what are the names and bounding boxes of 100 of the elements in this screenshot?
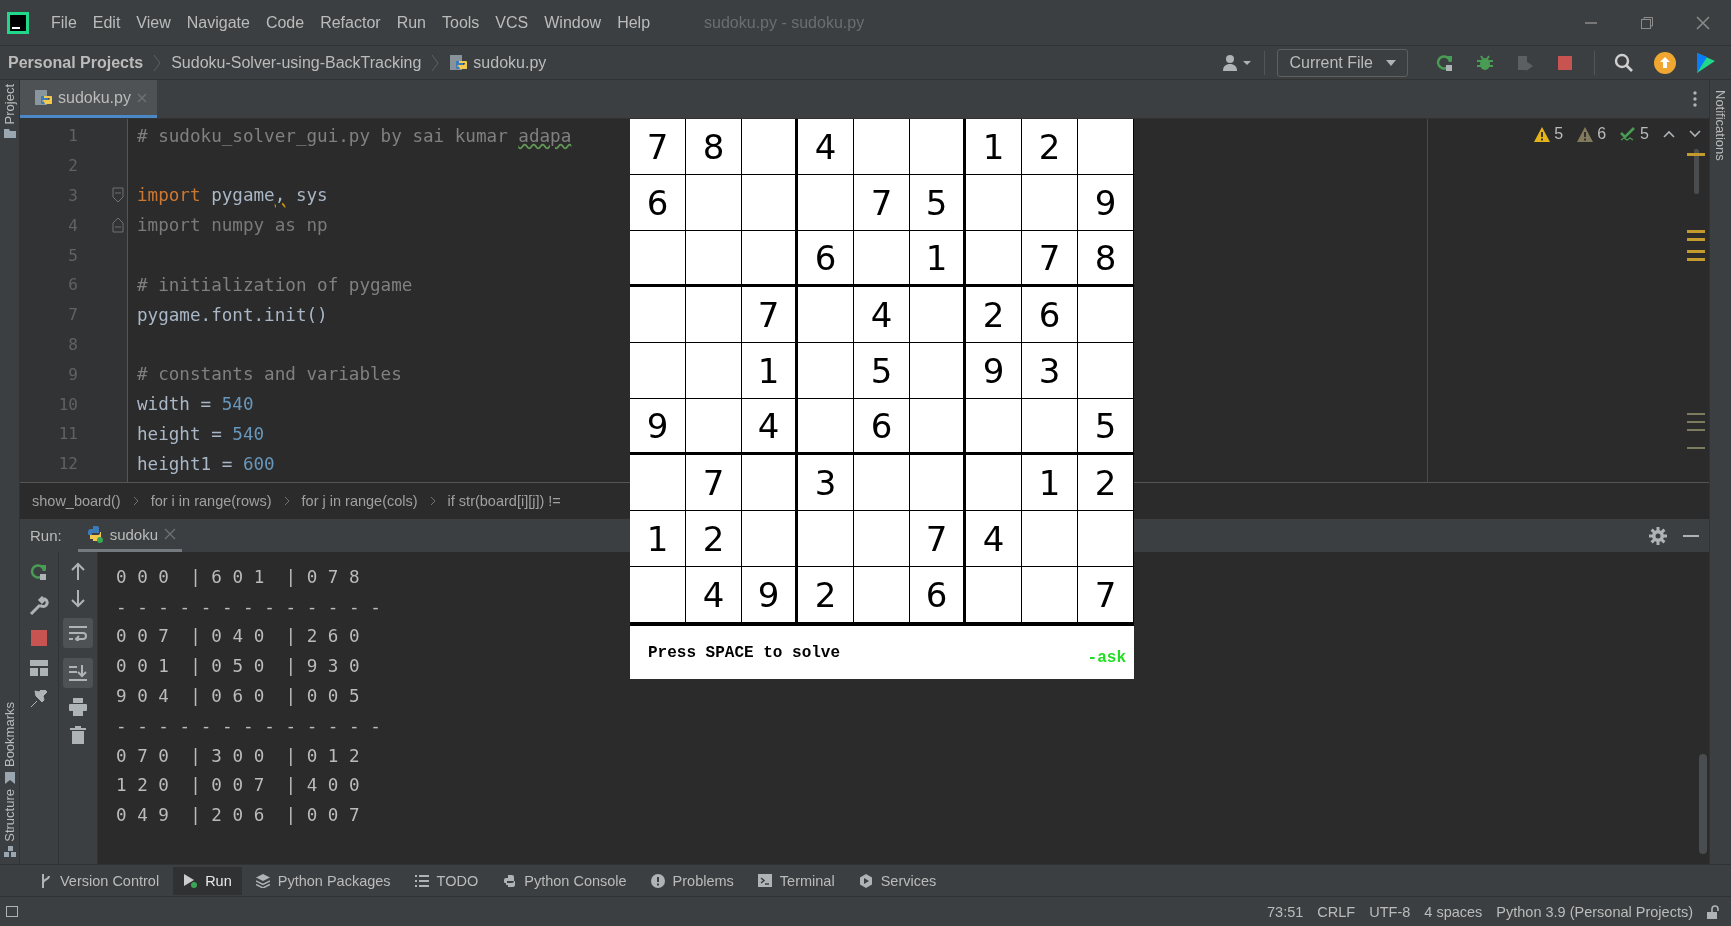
update-icon[interactable] <box>1654 51 1676 74</box>
sudoku-cell[interactable] <box>854 511 910 567</box>
sudoku-cell[interactable] <box>1078 119 1134 175</box>
wrench-icon[interactable] <box>29 596 49 616</box>
sudoku-cell[interactable] <box>630 343 686 399</box>
breadcrumb[interactable]: Sudoku-Solver-using-BackTracking <box>171 53 422 72</box>
sudoku-cell[interactable]: 9 <box>742 567 798 623</box>
sudoku-cell[interactable] <box>966 231 1022 287</box>
sudoku-cell[interactable]: 8 <box>1078 231 1134 287</box>
breadcrumb[interactable]: for j in range(cols) <box>301 493 418 509</box>
sudoku-cell[interactable]: 4 <box>966 511 1022 567</box>
pin-icon[interactable] <box>30 690 48 708</box>
sudoku-cell[interactable] <box>686 399 742 455</box>
menu-item[interactable]: Code <box>257 13 313 32</box>
sudoku-cell[interactable] <box>910 119 966 175</box>
sudoku-cell[interactable] <box>966 399 1022 455</box>
close-icon[interactable] <box>1696 15 1710 30</box>
tool-window-button[interactable]: Version Control <box>30 866 170 895</box>
layout-icon[interactable] <box>30 660 48 676</box>
sudoku-cell[interactable] <box>1022 567 1078 623</box>
sudoku-cell[interactable]: 1 <box>742 343 798 399</box>
sudoku-cell[interactable]: 7 <box>630 119 686 175</box>
sudoku-cell[interactable]: 5 <box>1078 399 1134 455</box>
breadcrumb[interactable]: Personal Projects <box>8 53 144 72</box>
sudoku-cell[interactable] <box>966 567 1022 623</box>
sudoku-cell[interactable]: 2 <box>1078 455 1134 511</box>
menu-item[interactable]: File <box>43 13 85 32</box>
status-item[interactable]: 4 spaces <box>1424 903 1483 920</box>
print-icon[interactable] <box>69 698 87 716</box>
sudoku-cell[interactable]: 7 <box>1022 231 1078 287</box>
tool-window-button[interactable]: Python Console <box>492 866 637 895</box>
layout-icon[interactable] <box>6 906 18 917</box>
menu-item[interactable]: Tools <box>434 13 488 32</box>
tool-window-button[interactable]: TODO <box>404 866 489 895</box>
chevron-down-icon[interactable] <box>1689 130 1701 138</box>
sudoku-cell[interactable]: 4 <box>798 119 854 175</box>
sudoku-cell[interactable]: 9 <box>630 399 686 455</box>
chevron-up-icon[interactable] <box>1663 130 1675 138</box>
sudoku-cell[interactable] <box>630 287 686 343</box>
sudoku-cell[interactable] <box>910 343 966 399</box>
sudoku-cell[interactable] <box>1022 511 1078 567</box>
fold-marker-icon[interactable] <box>112 217 124 234</box>
sudoku-cell[interactable]: 2 <box>686 511 742 567</box>
sudoku-cell[interactable]: 4 <box>686 567 742 623</box>
sudoku-cell[interactable]: 5 <box>854 343 910 399</box>
sudoku-cell[interactable] <box>966 175 1022 231</box>
sudoku-cell[interactable] <box>686 287 742 343</box>
sudoku-cell[interactable]: 3 <box>1022 343 1078 399</box>
menu-item[interactable]: Refactor <box>312 13 389 32</box>
sudoku-cell[interactable]: 2 <box>798 567 854 623</box>
sudoku-cell[interactable] <box>910 399 966 455</box>
status-item[interactable]: CRLF <box>1317 903 1356 920</box>
run-config-dropdown[interactable]: Current File <box>1277 48 1408 77</box>
sudoku-cell[interactable] <box>798 175 854 231</box>
lock-icon[interactable] <box>1707 904 1721 919</box>
sudoku-cell[interactable]: 6 <box>630 175 686 231</box>
sudoku-cell[interactable]: 5 <box>910 175 966 231</box>
sudoku-cell[interactable] <box>742 231 798 287</box>
sudoku-cell[interactable] <box>1078 343 1134 399</box>
menu-item[interactable]: Help <box>609 13 659 32</box>
sudoku-cell[interactable] <box>742 511 798 567</box>
sudoku-cell[interactable] <box>854 231 910 287</box>
menu-item[interactable]: View <box>128 13 179 32</box>
sudoku-cell[interactable]: 1 <box>910 231 966 287</box>
sudoku-cell[interactable] <box>1078 511 1134 567</box>
sudoku-cell[interactable]: 6 <box>798 231 854 287</box>
sudoku-cell[interactable]: 2 <box>1022 119 1078 175</box>
menu-item[interactable]: Edit <box>84 13 129 32</box>
sudoku-cell[interactable] <box>798 287 854 343</box>
sudoku-cell[interactable] <box>630 231 686 287</box>
menu-item[interactable]: VCS <box>487 13 537 32</box>
status-item[interactable]: UTF-8 <box>1369 903 1411 920</box>
sudoku-cell[interactable] <box>742 455 798 511</box>
scroll-to-end-toggle[interactable] <box>63 658 93 688</box>
sudoku-cell[interactable] <box>630 455 686 511</box>
sudoku-cell[interactable]: 6 <box>910 567 966 623</box>
sudoku-cell[interactable]: 7 <box>854 175 910 231</box>
sudoku-cell[interactable] <box>686 231 742 287</box>
soft-wrap-toggle[interactable] <box>63 618 93 648</box>
sudoku-cell[interactable] <box>742 119 798 175</box>
sudoku-cell[interactable] <box>1022 175 1078 231</box>
sudoku-cell[interactable]: 7 <box>686 455 742 511</box>
sudoku-cell[interactable] <box>742 175 798 231</box>
sudoku-cell[interactable]: 1 <box>966 119 1022 175</box>
user-icon[interactable] <box>1222 52 1253 73</box>
sudoku-cell[interactable]: 4 <box>742 399 798 455</box>
sudoku-cell[interactable]: 8 <box>686 119 742 175</box>
tool-window-button[interactable]: Services <box>848 866 947 895</box>
up-arrow-icon[interactable] <box>70 562 86 580</box>
inspection-count[interactable]: 5 <box>1620 125 1649 143</box>
sudoku-cell[interactable]: 7 <box>1078 567 1134 623</box>
sudoku-cell[interactable]: 1 <box>630 511 686 567</box>
more-icon[interactable] <box>1693 91 1697 107</box>
rerun-icon[interactable] <box>29 562 49 582</box>
side-tab[interactable]: Structure <box>2 789 17 842</box>
sudoku-cell[interactable] <box>630 567 686 623</box>
sudoku-cell[interactable]: 2 <box>966 287 1022 343</box>
settings-icon[interactable] <box>1649 526 1667 545</box>
breadcrumb[interactable]: show_board() <box>32 493 121 509</box>
tool-window-button[interactable]: Problems <box>640 866 744 895</box>
